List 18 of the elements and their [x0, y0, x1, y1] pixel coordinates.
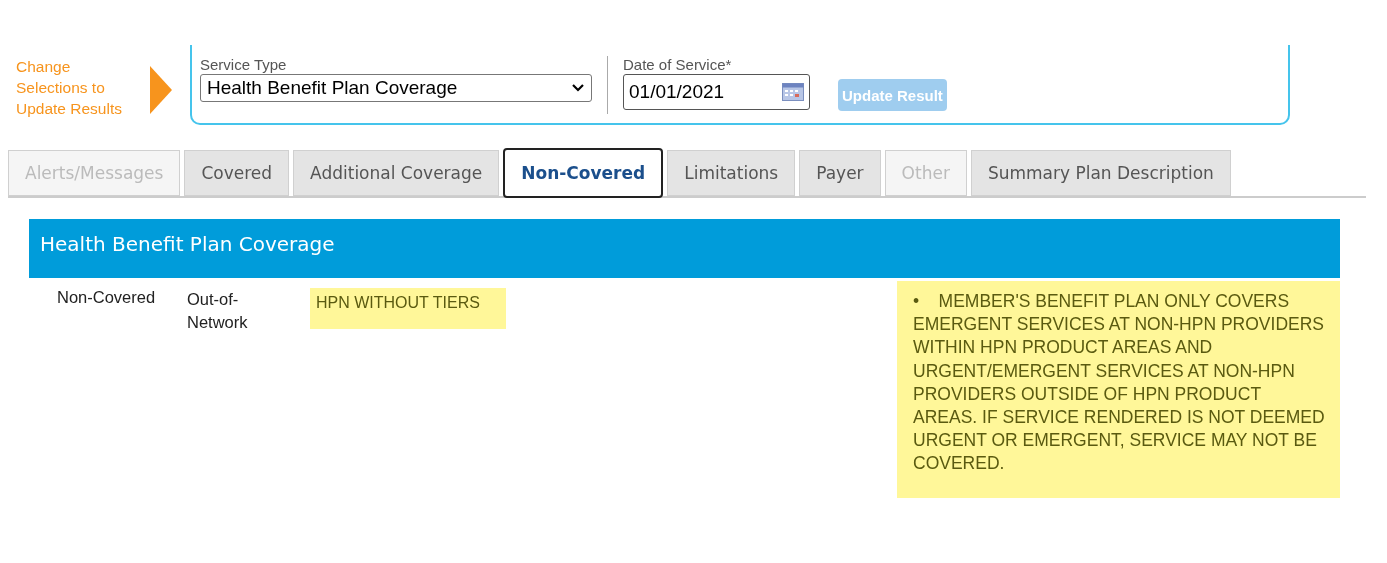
tab[interactable]: Limitations	[667, 150, 796, 196]
table-cell-text: Non-Covered	[56, 287, 157, 307]
tab[interactable]: Non-Covered	[503, 148, 664, 198]
service-type-dropdown[interactable]: Health Benefit Plan Coverage	[200, 74, 592, 102]
date-field[interactable]: 01/01/2021	[623, 74, 810, 110]
section-header: Health Benefit Plan Coverage	[29, 219, 1340, 278]
tab[interactable]: Payer	[799, 150, 881, 196]
field-label: Service Type	[200, 56, 288, 74]
field-label: Date of Service*	[623, 56, 733, 74]
chevron-down-icon[interactable]	[571, 83, 585, 93]
tab[interactable]: Covered	[184, 150, 290, 196]
note-text: • MEMBER'S BENEFIT PLAN ONLY COVERS EMERGENT SERVICES AT NON-HPN PROVIDERS WITHIN HPN PRODUCT AREAS AND URGENT/EMERGENT SERVICES AT NON-HPN PROVIDERS OUTSIDE OF HPN PRODUCT AREAS. IF SERVICE RENDERED IS NOT DEEMED URGENT OR EMERGENT, SERVICE MAY NOT BE COVERED.	[913, 290, 1326, 476]
triangle-arrow-icon	[150, 66, 172, 114]
instruction-text: Change Selections to Update Results	[16, 57, 123, 119]
tab[interactable]: Summary Plan Description	[970, 150, 1231, 196]
plan-highlight: HPN WITHOUT TIERS	[310, 288, 506, 329]
calendar-icon[interactable]	[782, 83, 804, 101]
tab[interactable]: Additional Coverage	[293, 150, 500, 196]
